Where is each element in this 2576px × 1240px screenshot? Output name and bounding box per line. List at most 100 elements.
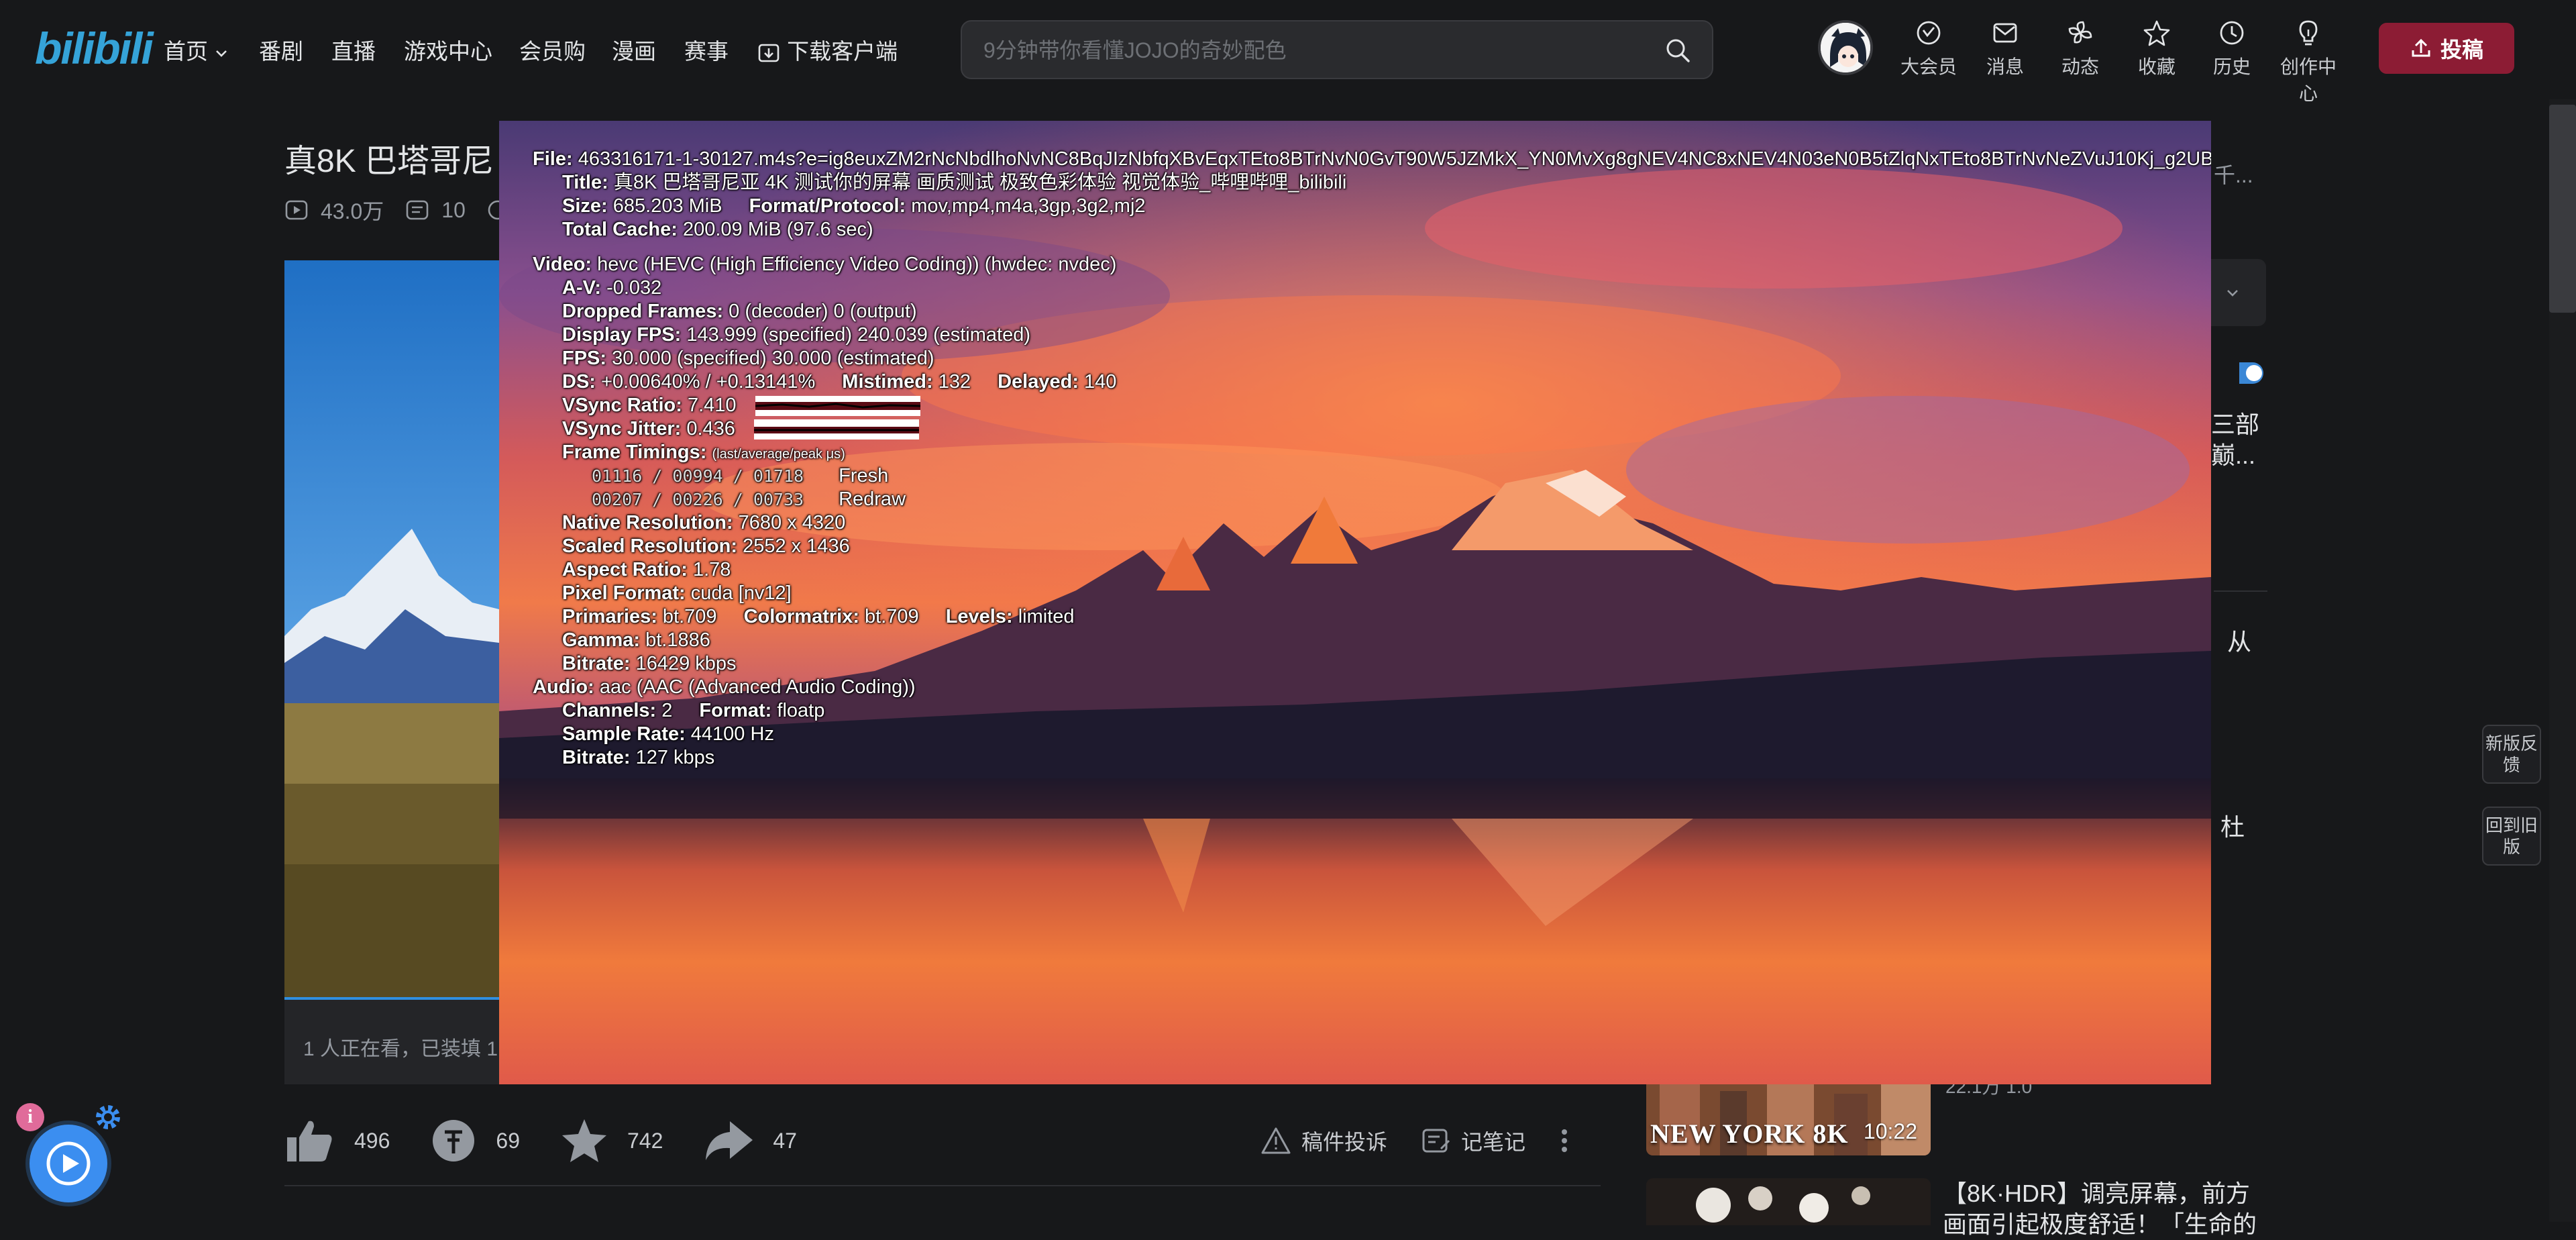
- osd-file-value: 463316171-1-30127.m4s?e=ig8euxZM2rNcNbdl…: [578, 148, 2211, 170]
- like-button[interactable]: 496: [284, 1117, 390, 1164]
- nav-favorites[interactable]: 收藏: [2120, 15, 2194, 79]
- avatar-image: [1821, 23, 1870, 72]
- osd-size-label: Size:: [562, 195, 608, 217]
- recommended-video-thumbnail-2[interactable]: [1646, 1178, 1931, 1225]
- new-version-feedback-button[interactable]: 新版反馈: [2482, 725, 2541, 784]
- nav-vip-label: 大会员: [1900, 56, 1957, 77]
- osd-timing-redraw: 00207 / 00226 / 00733: [592, 490, 804, 509]
- page-scrollbar[interactable]: [2549, 99, 2576, 1222]
- osd-pixfmt-value: cuda [nv12]: [690, 582, 792, 604]
- osd-display-fps-value: 143.999 (specified) 240.039 (estimated): [686, 324, 1030, 346]
- floating-player-button[interactable]: [30, 1125, 107, 1202]
- action-bar: 496 69 742 47: [284, 1111, 837, 1170]
- report-button[interactable]: 稿件投诉: [1260, 1125, 1387, 1156]
- upload-label: 投稿: [2440, 38, 2483, 62]
- nav-game-center[interactable]: 游戏中心: [404, 34, 492, 66]
- mail-icon: [1993, 23, 2017, 43]
- osd-audio-label: Audio:: [533, 676, 594, 698]
- osd-gamma-label: Gamma:: [562, 629, 641, 651]
- thumbs-up-icon: [287, 1121, 332, 1161]
- nav-download-client[interactable]: 下载客户端: [757, 34, 898, 66]
- nav-history[interactable]: 历史: [2195, 15, 2269, 79]
- osd-pixfmt-label: Pixel Format:: [562, 582, 686, 604]
- chevron-down-icon: [2227, 290, 2238, 297]
- favorite-button[interactable]: 742: [560, 1117, 663, 1164]
- nav-vip[interactable]: 大会员: [1892, 15, 1966, 79]
- nav-live[interactable]: 直播: [331, 34, 376, 66]
- favorite-count: 742: [627, 1128, 663, 1153]
- more-options-button[interactable]: [1559, 1126, 1570, 1155]
- more-vertical-icon: [1562, 1129, 1568, 1152]
- nav-creator-label: 创作中心: [2279, 56, 2337, 104]
- osd-video-value: hevc (HEVC (High Efficiency Video Coding…: [597, 254, 1117, 275]
- warning-icon: [1261, 1127, 1291, 1154]
- recommended-video-thumbnail-1[interactable]: NEW YORK 8K 10:22: [1646, 1084, 1931, 1155]
- osd-mistimed-value: 132: [938, 371, 971, 393]
- search-icon[interactable]: [1664, 36, 1692, 64]
- osd-timings-sub: (last/average/peak μs): [712, 447, 845, 462]
- osd-ds-value: +0.00640% / +0.13141%: [601, 371, 816, 393]
- osd-timings-label: Frame Timings:: [562, 442, 707, 463]
- rec-title-fragment-3: 从: [2227, 628, 2252, 656]
- upload-icon: [2412, 38, 2430, 57]
- vsync-ratio-graph: [755, 396, 920, 417]
- video-title: 真8K 巴塔哥尼: [284, 144, 494, 179]
- osd-colormatrix-label: Colormatrix:: [743, 606, 859, 627]
- osd-sample-rate-label: Sample Rate:: [562, 723, 686, 745]
- osd-levels-label: Levels:: [945, 606, 1013, 627]
- nav-mall[interactable]: 会员购: [519, 34, 586, 66]
- osd-format-value: mov,mp4,m4a,3gp,3g2,mj2: [911, 195, 1146, 217]
- autoplay-toggle[interactable]: [2239, 358, 2267, 388]
- osd-vsync-ratio-value: 7.410: [687, 395, 737, 416]
- osd-channels-label: Channels:: [562, 700, 657, 721]
- collection-dropdown[interactable]: [2204, 259, 2266, 326]
- search-input[interactable]: [982, 35, 1629, 66]
- nav-anime[interactable]: 番剧: [259, 34, 303, 66]
- osd-file-label: File:: [533, 148, 573, 170]
- nav-dynamics[interactable]: 动态: [2043, 15, 2117, 79]
- share-count: 47: [773, 1128, 797, 1153]
- nav-creator-center[interactable]: 创作中心: [2271, 15, 2345, 106]
- osd-colormatrix-value: bt.709: [865, 606, 919, 627]
- vsync-jitter-graph: [754, 419, 919, 440]
- osd-fresh-label: Fresh: [839, 465, 889, 486]
- gear-icon[interactable]: [93, 1102, 123, 1133]
- nav-home-label: 首页: [164, 39, 208, 64]
- coin-button[interactable]: 69: [430, 1117, 520, 1164]
- rec-title-fragment-4: 杜: [2220, 813, 2245, 841]
- osd-levels-value: limited: [1018, 606, 1075, 627]
- osd-native-res-label: Native Resolution:: [562, 512, 733, 533]
- rec2-title[interactable]: 【8K·HDR】调亮屏幕，前方画面引起极度舒适！「生命的: [1943, 1178, 2265, 1240]
- bilibili-logo[interactable]: bilibili: [35, 23, 154, 74]
- share-button[interactable]: 47: [703, 1117, 797, 1164]
- osd-primaries-value: bt.709: [662, 606, 717, 627]
- video-player-background[interactable]: [284, 260, 499, 998]
- osd-video-bitrate-value: 16429 kbps: [635, 653, 737, 674]
- back-to-old-version-button[interactable]: 回到旧版: [2482, 807, 2541, 866]
- rec-duration: 10:22: [1863, 1119, 1917, 1143]
- user-avatar[interactable]: [1818, 20, 1873, 75]
- star-icon: [561, 1119, 606, 1162]
- osd-video-bitrate-label: Bitrate:: [562, 653, 631, 674]
- nav-home[interactable]: 首页: [164, 34, 229, 66]
- upload-button[interactable]: 投稿: [2379, 23, 2514, 74]
- clock-icon: [2220, 21, 2244, 45]
- nav-history-label: 历史: [2212, 56, 2251, 77]
- osd-aspect-label: Aspect Ratio:: [562, 559, 688, 580]
- osd-title-label: Title:: [562, 172, 608, 193]
- osd-av-label: A-V:: [562, 277, 601, 299]
- nav-manga[interactable]: 漫画: [612, 34, 656, 66]
- nav-esports[interactable]: 赛事: [684, 34, 729, 66]
- nav-messages[interactable]: 消息: [1968, 15, 2042, 79]
- video-overlay-window[interactable]: File: 463316171-1-30127.m4s?e=ig8euxZM2r…: [499, 121, 2211, 1084]
- osd-size-value: 685.203 MiB: [612, 195, 722, 217]
- note-button[interactable]: 记笔记: [1421, 1125, 1525, 1156]
- rec-thumb-caption: NEW YORK 8K: [1650, 1119, 1849, 1149]
- scrollbar-thumb[interactable]: [2549, 105, 2576, 313]
- coin-icon: [433, 1120, 475, 1161]
- play-icon: [46, 1141, 91, 1186]
- video-stats: 43.0万 10: [284, 195, 508, 225]
- info-icon[interactable]: i: [16, 1103, 44, 1131]
- up-info-fragment: 千...: [2214, 163, 2253, 187]
- action-bar-right: 稿件投诉 记笔记: [1260, 1111, 1570, 1170]
